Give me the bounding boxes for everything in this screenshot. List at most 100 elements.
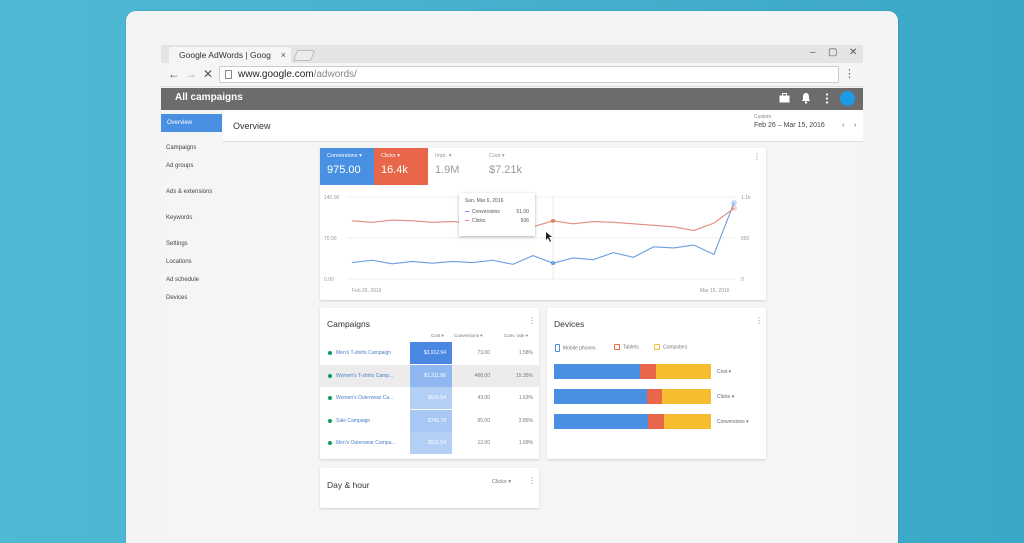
campaign-cost: $516.54 <box>410 387 452 409</box>
campaign-cost: $3,912.94 <box>410 342 452 364</box>
date-range-picker[interactable]: Feb 26 – Mar 15, 2016 <box>754 122 825 129</box>
dayhour-menu-icon[interactable]: ⋮ <box>528 476 536 485</box>
table-row[interactable]: Sale Campaign $745.79 65.00 2.85% <box>320 409 539 432</box>
forward-icon[interactable]: → <box>185 67 197 81</box>
y-tick-label-left: 0.00 <box>324 277 334 283</box>
avatar[interactable] <box>840 91 855 106</box>
campaign-cost: $1,211.86 <box>410 364 452 387</box>
briefcase-icon[interactable] <box>779 93 790 103</box>
sidebar-item-ad-groups[interactable]: Ad groups <box>166 163 193 169</box>
legend-tablets: Tablets <box>614 344 639 350</box>
performance-card: Conversions ▾ 975.00 Clicks ▾ 16.4k Impr… <box>320 148 766 300</box>
tooltip-value: 936 <box>520 218 529 224</box>
browser-window: Google AdWords | Goog × – ▢ ✕ ← → ✕ www.… <box>161 45 863 543</box>
browser-toolbar: ← → ✕ www.google.com/adwords/ ⋮ <box>161 63 863 87</box>
url-path: /adwords/ <box>313 69 357 80</box>
sidebar-item-ads-extensions[interactable]: Ads & extensions <box>166 189 212 195</box>
devices-title: Devices <box>554 319 585 329</box>
col-conv-rate[interactable]: Conv. rate ▾ <box>504 333 528 339</box>
bell-icon[interactable] <box>801 92 811 104</box>
more-vert-icon[interactable] <box>825 93 829 104</box>
table-row[interactable]: Women's Outerwear Ca... $516.54 43.00 1.63% <box>320 387 539 409</box>
metric-label: Conversions ▾ <box>327 153 362 159</box>
minimize-icon[interactable]: – <box>810 47 816 58</box>
address-bar[interactable]: www.google.com/adwords/ <box>219 66 839 83</box>
table-row[interactable]: Men's Outerwear Campa... $516.54 12.00 1.69… <box>320 432 539 454</box>
legend-mobile: Mobile phones <box>555 344 596 352</box>
tooltip-label: Conversions <box>472 209 500 215</box>
campaign-conversions: 468.00 <box>474 372 490 379</box>
card-menu-icon[interactable]: ⋮ <box>753 152 761 161</box>
metric-impressions[interactable]: Impr. ▾ 1.9M <box>428 148 482 185</box>
dayhour-card: Day & hour Clicks ▾ ⋮ <box>320 468 539 508</box>
device-bar <box>554 389 711 404</box>
campaign-conversions: 73.00 <box>477 350 490 356</box>
end-point-conversions <box>731 199 737 206</box>
tooltip-row: Clicks 936 <box>465 218 529 224</box>
metric-value: 16.4k <box>381 164 408 176</box>
sidebar-item-ad-schedule[interactable]: Ad schedule <box>166 277 199 283</box>
date-prev-icon[interactable]: ‹ <box>842 122 844 129</box>
maximize-icon[interactable]: ▢ <box>828 47 837 58</box>
chart-tooltip: Sun, Mar 6, 2016 Conversions 51.00 Click… <box>459 193 535 236</box>
series-line-clicks <box>351 207 735 232</box>
table-row[interactable]: Men's T-shirts Campaign $3,912.94 73.00 1.5… <box>320 342 539 364</box>
sidebar-item-keywords[interactable]: Keywords <box>166 215 192 221</box>
campaign-conv-rate: 1.58% <box>518 350 533 356</box>
close-window-icon[interactable]: ✕ <box>849 47 857 58</box>
devices-card: Devices ⋮ Mobile phones Tablets Computer… <box>547 308 766 459</box>
tooltip-row: Conversions 51.00 <box>465 209 529 215</box>
status-dot <box>328 418 332 423</box>
metric-value: $7.21k <box>489 164 523 176</box>
date-next-icon[interactable]: › <box>854 122 856 129</box>
legend-computers: Computers <box>654 344 687 350</box>
table-row[interactable]: Women's T-shirts Camp... $1,211.86 468.00 1… <box>320 364 539 387</box>
campaign-name[interactable]: Men's T-shirts Campaign <box>336 350 391 356</box>
campaign-name[interactable]: Men's Outerwear Campa... <box>336 440 396 446</box>
status-dot <box>328 441 332 445</box>
status-dot <box>328 396 332 400</box>
dayhour-metric-select[interactable]: Clicks ▾ <box>492 479 511 485</box>
campaign-conversions: 43.00 <box>477 395 490 401</box>
y-tick-label-right: 550 <box>741 236 750 242</box>
device-bar-label[interactable]: Clicks ▾ <box>717 394 734 400</box>
tab-strip: Google AdWords | Goog × – ▢ ✕ <box>161 45 863 63</box>
device-bar-label[interactable]: Cost ▾ <box>717 369 731 375</box>
campaign-name[interactable]: Sale Campaign <box>336 418 370 424</box>
sidebar-item-locations[interactable]: Locations <box>166 259 192 265</box>
browser-tab[interactable]: Google AdWords | Goog × <box>169 47 291 63</box>
tooltip-label: Clicks <box>472 218 486 224</box>
col-conversions[interactable]: Conversions ▾ <box>454 333 483 339</box>
campaign-name[interactable]: Women's T-shirts Camp... <box>336 373 393 379</box>
metric-label: Clicks ▾ <box>381 153 400 159</box>
sidebar: Overview Campaigns Ad groups Ads & exten… <box>161 110 223 543</box>
devices-menu-icon[interactable]: ⋮ <box>755 316 763 325</box>
sidebar-item-campaigns[interactable]: Campaigns <box>166 145 196 151</box>
sidebar-item-settings[interactable]: Settings <box>166 241 188 247</box>
page-title: All campaigns <box>175 92 243 103</box>
col-cost[interactable]: Cost ▾ <box>431 333 444 339</box>
metric-cost[interactable]: Cost ▾ $7.21k <box>482 148 536 185</box>
x-tick-label-start: Feb 26, 2016 <box>352 288 382 294</box>
metric-clicks[interactable]: Clicks ▾ 16.4k <box>374 148 428 185</box>
sidebar-item-devices[interactable]: Devices <box>166 295 187 301</box>
tooltip-value: 51.00 <box>516 209 529 215</box>
browser-menu-icon[interactable]: ⋮ <box>844 67 855 80</box>
metric-conversions[interactable]: Conversions ▾ 975.00 <box>320 148 374 185</box>
status-dot <box>328 373 332 378</box>
device-bar-label[interactable]: Conversions ▾ <box>717 419 749 425</box>
new-tab-button[interactable] <box>292 50 316 61</box>
campaign-cost: $745.79 <box>410 409 452 432</box>
metric-value: 975.00 <box>327 164 361 176</box>
y-tick-label-left: 140.00 <box>324 195 340 201</box>
tab-close-icon[interactable]: × <box>281 47 286 63</box>
stop-loading-icon[interactable]: ✕ <box>203 67 213 81</box>
campaign-conv-rate: 15.35% <box>516 372 533 379</box>
sidebar-item-overview[interactable]: Overview <box>161 114 222 132</box>
campaigns-menu-icon[interactable]: ⋮ <box>528 316 536 325</box>
performance-chart: 140.00 1.1k 70.00 550 0.00 0 Feb 26, 2016 Mar 1… <box>324 195 751 294</box>
back-icon[interactable]: ← <box>168 67 180 81</box>
mobile-phone-icon <box>555 344 560 352</box>
device-bar-segment <box>554 414 649 429</box>
campaign-name[interactable]: Women's Outerwear Ca... <box>336 395 393 401</box>
